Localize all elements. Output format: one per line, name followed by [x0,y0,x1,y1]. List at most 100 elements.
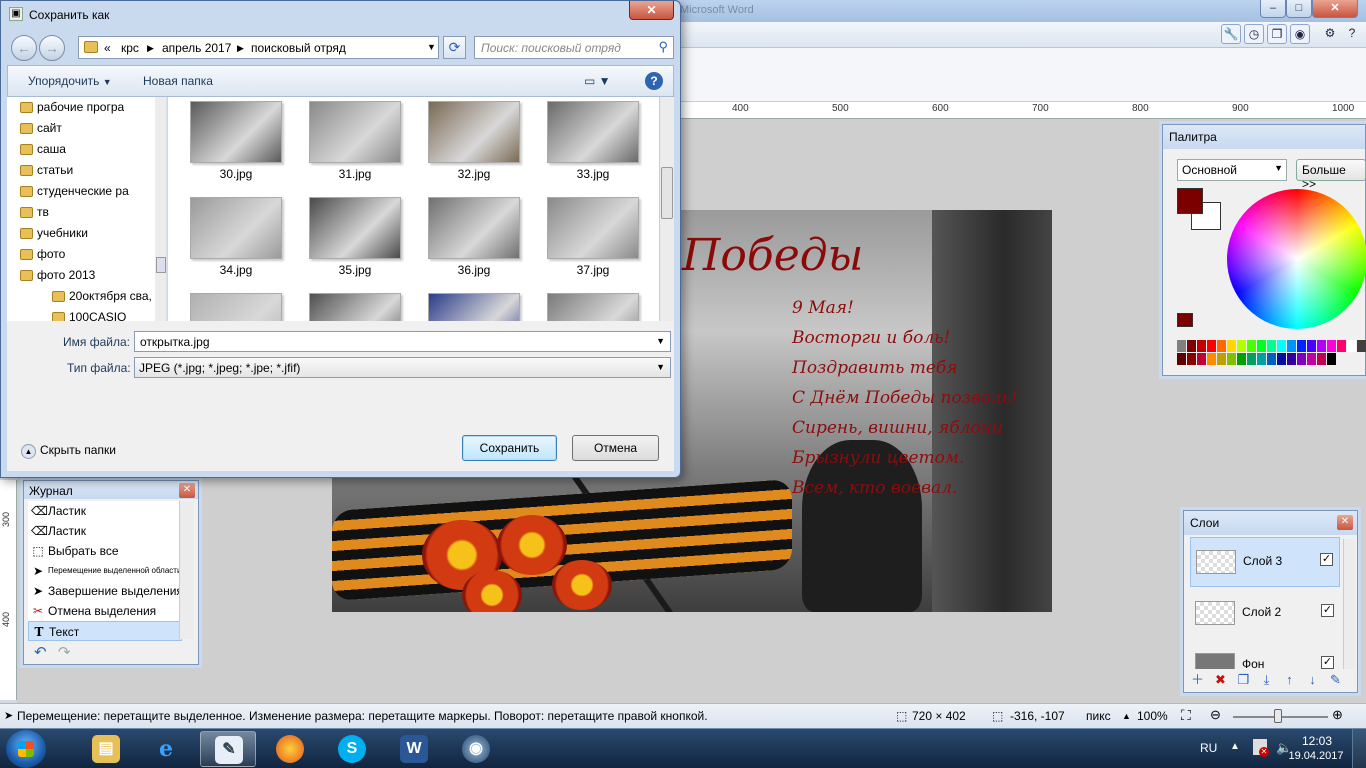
close-button[interactable]: ✕ [1312,0,1358,18]
color-swatch[interactable] [1357,340,1366,352]
organize-menu[interactable]: Упорядочить ▼ [28,74,112,88]
color-swatch[interactable] [1297,353,1307,365]
search-input[interactable]: Поиск: поисковый отряд ⚲ [474,36,674,59]
taskbar-ie[interactable]: e [138,731,194,767]
folder-item[interactable]: учебники [20,223,88,244]
help-icon[interactable]: ? [645,72,663,90]
zoom-in-icon[interactable]: ⊕ [1332,707,1343,723]
close-icon[interactable]: ✕ [179,483,195,498]
layers-window-icon[interactable]: ❐ [1267,24,1287,44]
color-swatch[interactable] [1247,353,1257,365]
close-icon[interactable]: ✕ [1337,515,1353,530]
folder-tree-scrollbar[interactable] [155,97,166,321]
minimize-button[interactable]: – [1260,0,1286,18]
history-scrollbar[interactable] [179,501,194,639]
cancel-button[interactable]: Отмена [572,435,659,461]
view-options-icon[interactable]: ▭ ▼ [584,74,611,88]
breadcrumb-separator-icon[interactable]: ▶ [237,43,244,54]
color-swatch[interactable] [1217,340,1227,352]
file-item[interactable]: 36.jpg [418,193,528,289]
filename-input[interactable]: открытка.jpg ▼ [134,331,671,352]
color-swatch[interactable] [1177,353,1187,365]
color-swatch[interactable] [1277,353,1287,365]
add-layer-icon[interactable]: ＋ [1188,671,1207,689]
history-item[interactable]: ⬚ Выбрать все [28,541,182,561]
new-folder-button[interactable]: Новая папка [143,74,213,88]
file-item[interactable] [418,289,528,321]
color-swatch[interactable] [1207,353,1217,365]
palette-more-button[interactable]: Больше >> [1296,159,1366,191]
layer-row[interactable]: Фон ✓ [1190,641,1340,669]
chevron-down-icon[interactable]: ▼ [656,336,665,346]
start-button[interactable] [6,730,46,768]
taskbar-skype[interactable]: S [324,731,380,767]
forward-arrow-icon[interactable]: → [39,35,65,61]
delete-layer-icon[interactable]: ✖ [1211,671,1230,689]
layer-visible-checkbox[interactable]: ✓ [1321,656,1334,669]
colors-window-icon[interactable]: ◉ [1290,24,1310,44]
color-swatch[interactable] [1267,340,1277,352]
file-item[interactable] [299,289,409,321]
clock-date[interactable]: 19.04.2017 [1286,750,1346,762]
layers-scrollbar[interactable] [1343,539,1355,669]
taskbar-explorer[interactable]: ▤ [78,731,134,767]
color-swatch[interactable] [1267,353,1277,365]
breadcrumb-item[interactable]: апрель 2017 [162,41,231,55]
scrollbar-thumb[interactable] [156,257,166,273]
taskbar-paintnet[interactable]: ✎ [200,731,256,767]
file-item[interactable]: 35.jpg [299,193,409,289]
color-swatch[interactable] [1327,340,1337,352]
color-swatch[interactable] [1207,340,1217,352]
help-icon[interactable]: ? [1342,24,1362,44]
color-wheel[interactable] [1227,189,1366,329]
color-swatch[interactable] [1317,340,1327,352]
file-list-scrollbar[interactable] [659,97,674,321]
color-swatch[interactable] [1187,353,1197,365]
layer-row[interactable]: Слой 3 ✓ [1190,537,1340,587]
color-swatch[interactable] [1307,353,1317,365]
chevron-up-icon[interactable]: ▲ [1122,711,1131,721]
clock-time[interactable]: 12:03 [1292,734,1342,748]
history-item[interactable]: ✂ Отмена выделения [28,601,182,621]
layer-visible-checkbox[interactable]: ✓ [1321,604,1334,617]
scrollbar-thumb[interactable] [661,167,673,219]
folder-item[interactable]: сайт [20,118,62,139]
current-color-mini[interactable] [1177,313,1193,327]
search-icon[interactable]: ⚲ [658,39,668,55]
history-item[interactable]: T Текст [28,621,182,641]
maximize-button[interactable]: □ [1286,0,1312,18]
folder-item[interactable]: фото [20,244,65,265]
refresh-icon[interactable]: ⟳ [443,36,466,59]
zoom-value[interactable]: 100% [1137,709,1168,723]
history-item[interactable]: ➤ Завершение выделения [28,581,182,601]
color-swatch[interactable] [1327,353,1337,365]
history-item[interactable]: ⌫ Ластик [28,501,182,521]
color-swatch[interactable] [1347,340,1357,352]
address-dropdown-icon[interactable]: ▼ [427,42,436,52]
color-swatch[interactable] [1197,353,1207,365]
color-swatch[interactable] [1227,340,1237,352]
color-swatch[interactable] [1297,340,1307,352]
show-desktop-button[interactable] [1352,729,1366,768]
folder-item[interactable]: рабочие програ [20,97,124,118]
color-swatch[interactable] [1317,353,1327,365]
redo-icon[interactable]: ↷ [58,643,71,661]
folder-item[interactable]: саша [20,139,66,160]
file-item[interactable]: 32.jpg [418,97,528,193]
folder-item[interactable]: 20октября сва, [52,286,152,307]
move-up-icon[interactable]: ↑ [1280,671,1299,689]
show-hidden-icons-icon[interactable]: ▲ [1230,741,1240,752]
color-swatch[interactable] [1197,340,1207,352]
taskbar-word[interactable]: W [386,731,442,767]
file-item[interactable] [537,289,647,321]
color-swatch[interactable] [1257,353,1267,365]
file-item[interactable]: 30.jpg [180,97,290,193]
color-swatch[interactable] [1187,340,1197,352]
filetype-select[interactable]: JPEG (*.jpg; *.jpeg; *.jpe; *.jfif) ▼ [134,357,671,378]
breadcrumb-item[interactable]: крс [121,41,139,55]
zoom-out-icon[interactable]: ⊖ [1210,707,1221,723]
color-swatch[interactable] [1337,340,1347,352]
color-swatch[interactable] [1217,353,1227,365]
move-down-icon[interactable]: ↓ [1303,671,1322,689]
taskbar-firefox[interactable] [262,731,318,767]
